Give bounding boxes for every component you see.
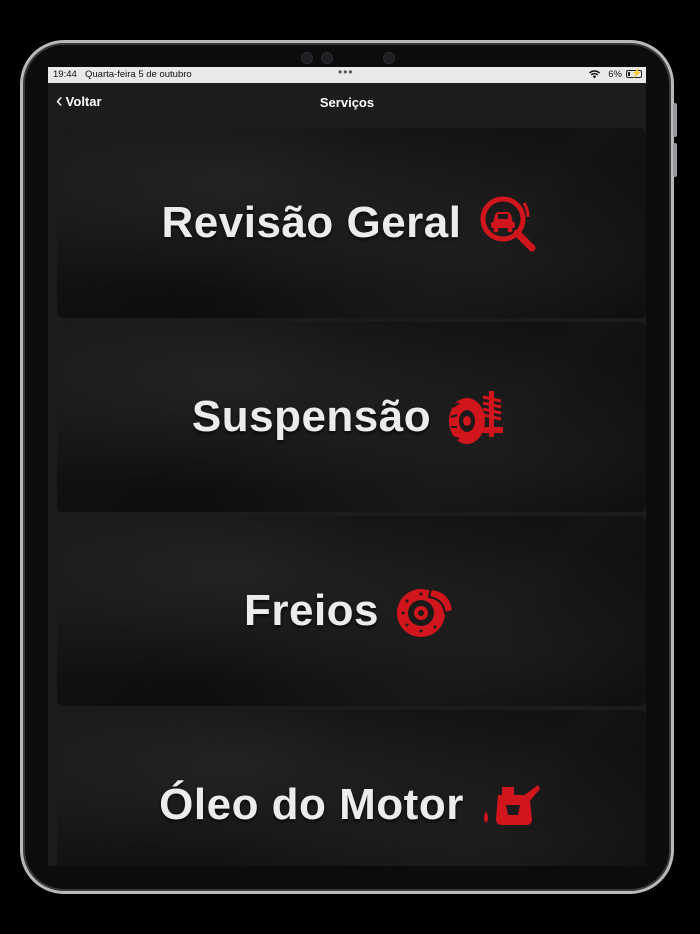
sensor-icon [301,52,313,64]
battery-percent: 6% [608,69,622,80]
status-date: Quarta-feira 5 de outubro [85,69,192,80]
page-title: Serviços [319,95,375,110]
service-card-oleo-do-motor[interactable]: Óleo do Motor [57,710,646,866]
service-label: Suspensão [191,392,432,441]
brake-disc-icon [393,581,459,641]
service-label: Revisão Geral [161,198,462,247]
battery-icon: ⚡ [626,68,642,78]
volume-up-button [673,103,677,137]
service-card-suspensao[interactable]: Suspensão [57,322,646,512]
service-label: Freios [243,586,380,635]
multitasking-dots-icon[interactable]: ••• [338,67,354,79]
service-card-freios[interactable]: Freios [57,516,646,706]
service-card-revisao-geral[interactable]: Revisão Geral [57,128,646,318]
wifi-icon [589,70,600,82]
status-time: 19:44 [53,69,77,80]
navigation-bar: ‹ Voltar Serviços [48,83,646,125]
car-inspection-magnifier-icon [476,193,542,253]
tire-suspension-icon [445,387,511,447]
sensor-icon [321,52,333,64]
app-screen: 19:44 Quarta-feira 5 de outubro ••• 6% ⚡… [48,67,646,866]
status-bar: 19:44 Quarta-feira 5 de outubro ••• 6% ⚡ [48,67,646,83]
volume-down-button [673,143,677,177]
camera-icon [383,52,395,64]
service-label: Óleo do Motor [159,780,464,829]
oil-can-icon [478,775,544,835]
